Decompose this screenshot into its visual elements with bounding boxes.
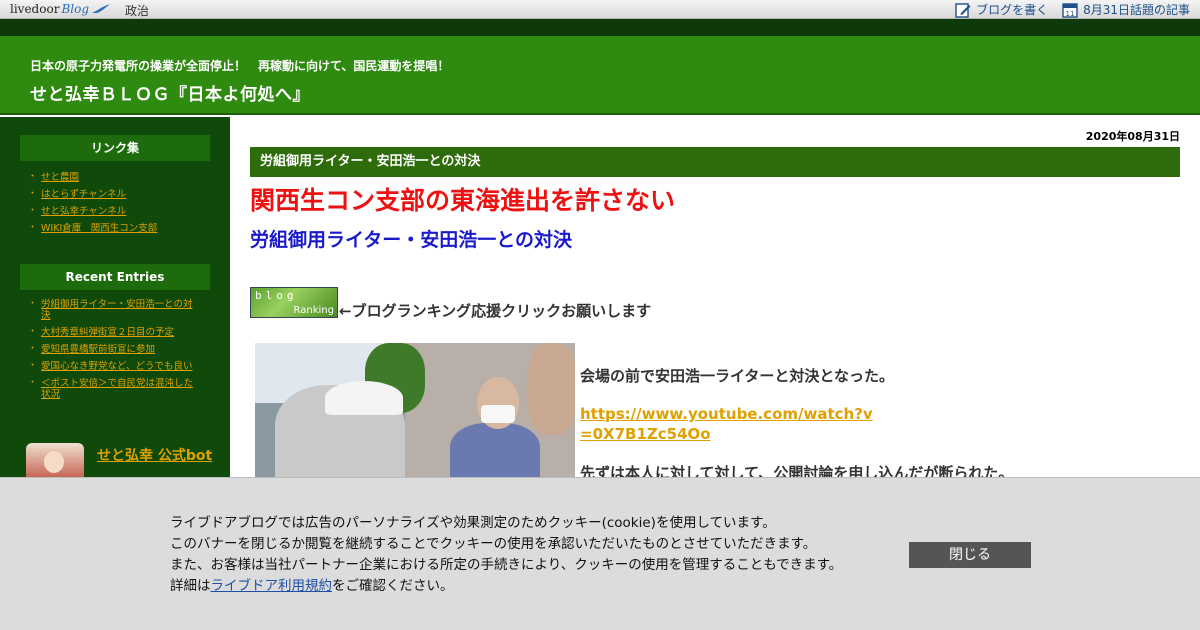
list-item: ・＜ポスト安倍＞で自民党は混沌した状況 [28, 378, 200, 400]
blog-ranking-banner[interactable]: blog Ranking [250, 287, 338, 318]
ranking-request-text: ←ブログランキング応援クリックお願いします [339, 302, 652, 320]
cookie-line: 詳細はライブドア利用規約をご確認ください。 [170, 576, 890, 597]
blog-header: 日本の原子力発電所の操業が全面停止！ 再稼動に向けて、国民運動を提唱！ せと弘幸… [0, 36, 1200, 115]
cookie-line-prefix: 詳細は [170, 578, 211, 594]
list-item: ・愛知県豊橋駅前街宣に参加 [28, 344, 156, 355]
cookie-line: また、お客様は当社パートナー企業における所定の手続きにより、クッキーの使用を管理… [170, 557, 843, 573]
cookie-notice-text: ライブドアブログでは広告のパーソナライズや効果測定のためクッキー(cookie)… [170, 513, 890, 597]
topic-articles-label: 8月31日話題の記事 [1083, 3, 1190, 17]
cookie-line: ライブドアブログでは広告のパーソナライズや効果測定のためクッキー(cookie)… [170, 515, 776, 531]
post-subheading: 労組御用ライター・安田浩一との対決 [250, 229, 573, 251]
calendar-day-number: 11 [1066, 10, 1075, 18]
sidebar-link[interactable]: せと弘幸チャンネル [41, 206, 126, 217]
list-item: ・はとらずチャンネル [28, 189, 127, 200]
recent-entry-link[interactable]: ＜ポスト安倍＞で自民党は混沌した状況 [41, 378, 200, 400]
top-navigation-bar: livedoor Blog 政治 ブログを書く 11 8月31日話題の記事 [0, 0, 1200, 19]
blog-ranking: blog Ranking ←ブログランキング応援クリックお願いします [250, 287, 652, 320]
post-title-bar[interactable]: 労組御用ライター・安田浩一との対決 [250, 147, 1180, 177]
list-item: ・せと農園 [28, 172, 80, 183]
cookie-line-suffix: をご確認ください。 [332, 578, 454, 594]
pencil-note-icon [955, 2, 971, 18]
bird-icon [92, 4, 110, 13]
post-date: 2020年08月31日 [1085, 130, 1180, 143]
recent-entry-link[interactable]: 愛国心なき野党など、どうでも良い [41, 361, 193, 372]
recent-entry-link[interactable]: 愛知県豊橋駅前街宣に参加 [41, 344, 155, 355]
recent-entries-list: ・労組御用ライター・安田浩一との対決 ・大村秀章糾弾街宣２日目の予定 ・愛知県豊… [28, 299, 200, 406]
list-item: ・労組御用ライター・安田浩一との対決 [28, 299, 200, 321]
sidebar-link[interactable]: WIKI倉庫 関西生コン支部 [41, 223, 157, 234]
recent-entries-title: Recent Entries [20, 264, 210, 290]
logo-livedoor-text: livedoor [10, 2, 60, 16]
list-item: ・せと弘幸チャンネル [28, 206, 127, 217]
blog-description: 日本の原子力発電所の操業が全面停止！ 再稼動に向けて、国民運動を提唱！ [30, 59, 450, 73]
recent-entry-link[interactable]: 労組御用ライター・安田浩一との対決 [41, 299, 200, 321]
links-list: ・せと農園 ・はとらずチャンネル ・せと弘幸チャンネル ・ WIKI倉庫 関西生コ… [28, 172, 200, 240]
post-photo[interactable] [255, 343, 575, 483]
list-item: ・大村秀章糾弾街宣２日目の予定 [28, 327, 175, 338]
logo-blog-text: Blog [61, 2, 89, 16]
links-section-title: リンク集 [20, 135, 210, 161]
livedoor-blog-logo[interactable]: livedoor Blog [10, 1, 111, 17]
close-button[interactable]: 閉じる [909, 542, 1031, 568]
write-blog-label: ブログを書く [976, 3, 1049, 17]
blog-title[interactable]: せと弘幸ＢＬＯＧ『日本よ何処へ』 [30, 80, 310, 105]
write-blog-link[interactable]: ブログを書く [955, 1, 1048, 18]
recent-entry-link[interactable]: 大村秀章糾弾街宣２日目の予定 [41, 327, 174, 338]
post-headline: 関西生コン支部の東海進出を許さない [250, 186, 676, 215]
list-item: ・愛国心なき野党など、どうでも良い [28, 361, 193, 372]
youtube-link[interactable]: https://www.youtube.com/watch?v=0X7B1Zc5… [580, 404, 880, 444]
list-item: ・ WIKI倉庫 関西生コン支部 [28, 223, 158, 234]
bot-name-link[interactable]: せと弘幸 公式bot [97, 447, 215, 465]
sidebar-link[interactable]: はとらずチャンネル [41, 189, 126, 200]
post-paragraph: 会場の前で安田浩一ライターと対決となった。 [580, 367, 894, 385]
category-link[interactable]: 政治 [125, 2, 149, 19]
topic-articles-link[interactable]: 11 8月31日話題の記事 [1062, 1, 1190, 18]
sidebar-link[interactable]: せと農園 [41, 172, 79, 183]
ranking-banner-top-text: blog [255, 289, 298, 302]
cookie-line: このバナーを閉じるか閲覧を継続することでクッキーの使用を承認いただいたものとさせ… [170, 536, 817, 552]
calendar-icon: 11 [1062, 2, 1078, 18]
header-dark-strip [0, 19, 1200, 36]
cookie-consent-banner: ライブドアブログでは広告のパーソナライズや効果測定のためクッキー(cookie)… [0, 477, 1200, 630]
ranking-banner-bottom-text: Ranking [293, 305, 334, 316]
terms-link[interactable]: ライブドア利用規約 [211, 578, 333, 594]
